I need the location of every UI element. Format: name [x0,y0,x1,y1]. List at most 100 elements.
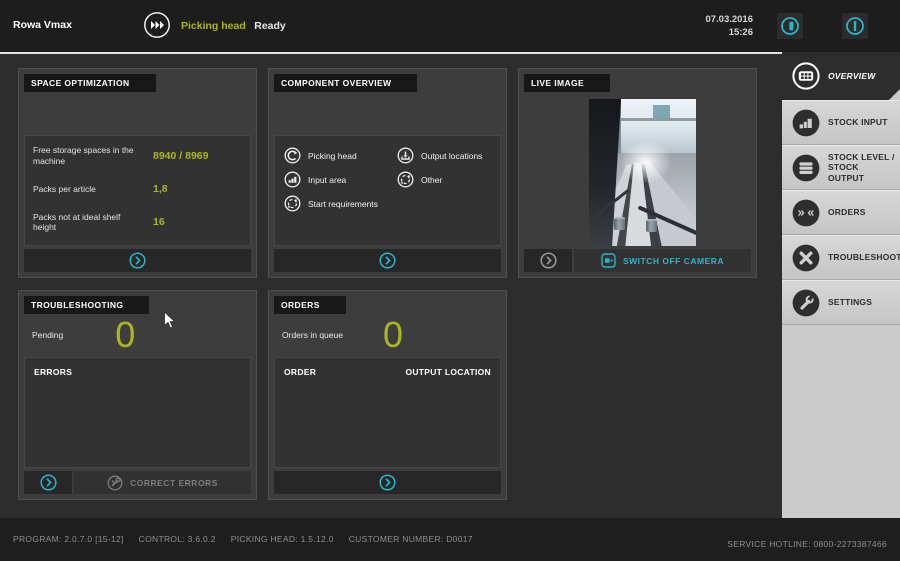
live-image-panel: LIVE IMAGE SWITCH OFF CAMERA [518,68,757,278]
output-locations-icon [397,147,414,164]
component-item: Input area [284,171,397,188]
correct-errors-button[interactable]: CORRECT ERRORS [74,471,251,494]
orders-open-button[interactable] [274,471,501,494]
customer-number: CUSTOMER NUMBER: D0017 [348,534,473,544]
stat-row: Packs per article 1,8 [33,183,242,195]
power-button[interactable] [842,13,868,39]
chevron-right-icon [379,252,396,269]
pending-label: Pending [32,330,64,340]
date: 07.03.2016 [705,14,753,25]
power-icon [844,15,866,37]
stat-value: 16 [153,216,165,229]
top-bar: Rowa Vmax Picking head Ready 07.03.2016 … [0,0,900,52]
panel-title: TROUBLESHOOTING [24,296,150,314]
component-item: Start requirements [284,195,397,212]
app-title: Rowa Vmax [13,19,72,31]
troubleshooting-icon [791,243,821,273]
input-area-icon [284,171,301,188]
picking-head-status-icon [143,11,171,39]
stat-row: Packs not at ideal shelf height 16 [33,212,242,233]
start-requirements-icon [284,195,301,212]
standby-screen-icon [779,15,801,37]
chevron-right-icon [39,474,57,491]
pending-count: 0 [115,314,136,355]
service-hotline: SERVICE HOTLINE: 0800-2273387466 [727,539,887,549]
correct-errors-icon [107,475,123,491]
orders-queue-row: Orders in queue 0 [282,317,496,353]
topbar-divider [0,52,782,54]
switch-off-camera-label: SWITCH OFF CAMERA [622,255,725,266]
sidebar-item-label: TROUBLESHOOTING [828,252,900,263]
switch-off-camera-button[interactable]: SWITCH OFF CAMERA [574,249,751,272]
stock-level-icon [791,153,821,183]
component-label: Other [421,174,443,185]
output-location-column-header: OUTPUT LOCATION [405,367,491,377]
sidebar-item-label: OVERVIEW [828,70,876,81]
sidebar-item-label: ORDERS [828,207,866,218]
errors-header: ERRORS [34,367,73,377]
other-icon [397,171,414,188]
component-label: Start requirements [308,198,378,209]
orders-panel: ORDERS Orders in queue 0 ORDER OUTPUT LO… [268,290,507,500]
pending-row: Pending 0 [32,317,246,353]
sidebar-item-orders[interactable]: ORDERS [782,190,900,235]
live-image-open-button[interactable] [524,249,572,272]
chevron-right-icon [379,474,396,491]
sidebar-item-stock-input[interactable]: STOCK INPUT [782,100,900,145]
component-item: Other [397,171,482,188]
panel-title: COMPONENT OVERVIEW [274,74,418,92]
time: 15:26 [728,27,753,39]
sidebar-item-stock-level-stock-output[interactable]: STOCK LEVEL / STOCK OUTPUT [782,145,900,190]
datetime: 07.03.2016 15:26 [705,13,753,40]
stat-value: 1,8 [153,183,168,195]
orders-queue-count: 0 [382,314,403,355]
component-overview-open-button[interactable] [274,249,501,272]
stat-label: Packs not at ideal shelf height [33,211,121,233]
errors-list: ERRORS [24,357,251,468]
sidebar-item-troubleshooting[interactable]: TROUBLESHOOTING [782,235,900,280]
picking-head-status: Picking head Ready [143,11,286,39]
orders-list: ORDER OUTPUT LOCATION [274,357,501,468]
panel-title: LIVE IMAGE [524,74,611,92]
panel-title: SPACE OPTIMIZATION [24,74,156,92]
component-label: Input area [308,174,347,185]
chevron-right-icon [129,252,146,269]
order-column-header: ORDER [284,367,317,377]
stat-label: Free storage spaces in the machine [33,145,134,166]
component-label: Picking head [308,150,357,161]
component-item: Output locations [397,147,482,164]
component-label: Output locations [421,150,483,161]
settings-icon [791,288,821,318]
component-list: Picking head Input area Start requiremen… [274,135,501,246]
standby-screen-button[interactable] [777,13,803,39]
sidebar-navigation: OVERVIEW STOCK INPUT STOCK LEVEL / STOCK… [782,52,900,518]
overview-icon [791,61,821,91]
sidebar-item-label: STOCK INPUT [828,117,888,128]
panel-title: ORDERS [274,296,346,314]
picking-head-version: PICKING HEAD: 1.5.12.0 [230,534,334,544]
rowa-vmax-screen: Rowa Vmax Picking head Ready 07.03.2016 … [0,0,900,561]
picking-head-icon [284,147,301,164]
troubleshooting-open-button[interactable] [24,471,72,494]
corner-fold [889,89,900,100]
space-optimization-panel: SPACE OPTIMIZATION Free storage spaces i… [18,68,257,278]
chevron-right-icon [539,252,557,269]
space-optimization-open-button[interactable] [24,249,251,272]
camera-icon [601,253,616,268]
status-bar: PROGRAM: 2.0.7.0 [15-12] CONTROL: 3.6.0.… [0,518,900,561]
sidebar-item-label: STOCK LEVEL / STOCK OUTPUT [828,151,895,183]
control-version: CONTROL: 3.6.0.2 [138,534,216,544]
space-optimization-stats: Free storage spaces in the machine 8940 … [24,135,251,246]
sidebar-item-overview[interactable]: OVERVIEW [782,52,900,100]
orders-icon [791,198,821,228]
stat-label: Packs per article [33,183,96,194]
program-version: PROGRAM: 2.0.7.0 [15-12] [13,534,124,544]
orders-queue-label: Orders in queue [282,330,343,340]
stat-row: Free storage spaces in the machine 8940 … [33,145,242,166]
component-item: Picking head [284,147,397,164]
troubleshooting-panel: TROUBLESHOOTING Pending 0 ERRORS CORRECT… [18,290,257,500]
stat-value: 8940 / 8969 [153,149,209,162]
sidebar-item-settings[interactable]: SETTINGS [782,280,900,325]
component-overview-panel: COMPONENT OVERVIEW Picking head Input ar… [268,68,507,278]
correct-errors-label: CORRECT ERRORS [130,477,218,488]
